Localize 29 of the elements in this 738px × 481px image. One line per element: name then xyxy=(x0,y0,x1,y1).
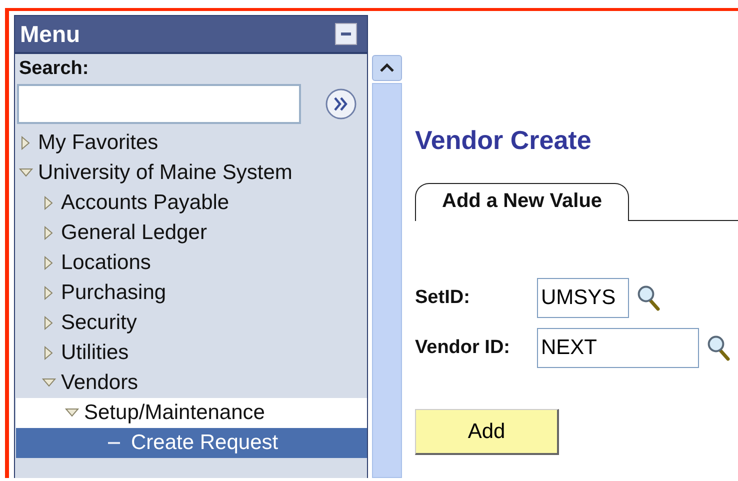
search-icon[interactable] xyxy=(637,285,661,311)
search-icon[interactable] xyxy=(707,335,731,361)
scrollbar[interactable] xyxy=(372,55,402,478)
collapse-button[interactable] xyxy=(335,23,357,45)
leaf-dash-icon xyxy=(108,442,120,444)
input-field[interactable]: UMSYS xyxy=(537,278,629,318)
menu-item[interactable]: My Favorites xyxy=(16,128,367,158)
menu-item[interactable]: Locations xyxy=(16,248,367,278)
menu-item[interactable]: Security xyxy=(16,308,367,338)
menu-item[interactable]: Setup/Maintenance xyxy=(16,398,367,428)
field-label: Vendor ID: xyxy=(415,337,512,359)
menu-item[interactable]: Create Request xyxy=(16,428,367,458)
go-icon[interactable] xyxy=(325,88,357,120)
add-button[interactable]: Add xyxy=(415,409,559,455)
caret-icon xyxy=(379,63,395,73)
page-title: Vendor Create xyxy=(415,125,592,155)
menu-item[interactable]: Accounts Payable xyxy=(16,188,367,218)
input-field[interactable]: NEXT xyxy=(537,328,699,368)
search-field[interactable] xyxy=(17,84,301,124)
scroll-up-button[interactable] xyxy=(372,55,402,81)
field-label: SetID: xyxy=(415,287,471,309)
menu-item[interactable]: Vendors xyxy=(16,368,367,398)
menu-item[interactable]: University of Maine System xyxy=(16,158,367,188)
menu-item[interactable]: General Ledger xyxy=(16,218,367,248)
search-label: Search: xyxy=(18,58,90,81)
menu-item[interactable]: Purchasing xyxy=(16,278,367,308)
menu-title: Menu xyxy=(20,20,80,48)
menu-item[interactable]: Utilities xyxy=(16,338,367,368)
tab[interactable]: Add a New Value xyxy=(415,183,630,221)
